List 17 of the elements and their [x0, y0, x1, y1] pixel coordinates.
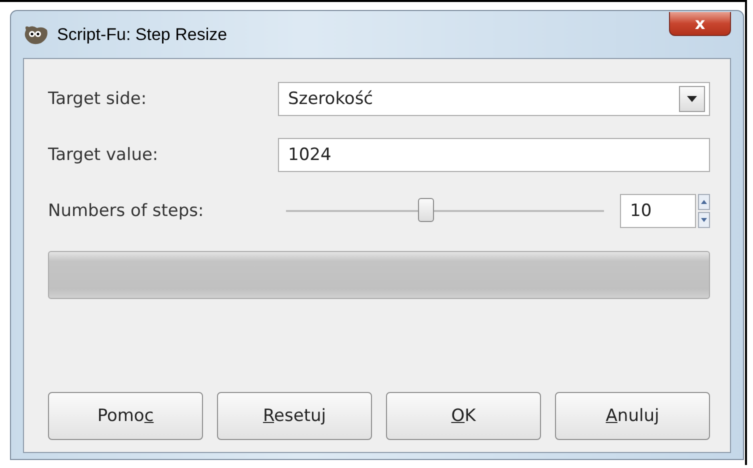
- spin-up-icon[interactable]: [698, 194, 710, 210]
- window-title: Script-Fu: Step Resize: [57, 24, 228, 44]
- mascot-icon: [23, 24, 49, 46]
- field-label: Target value:: [48, 145, 160, 165]
- dialog-button[interactable]: Resetuj: [217, 392, 372, 440]
- spin-field[interactable]: 10: [620, 194, 696, 228]
- slider-thumb[interactable]: [418, 198, 434, 222]
- dialog-button[interactable]: Anuluj: [555, 392, 710, 440]
- spin-down-icon[interactable]: [698, 212, 710, 228]
- close-button[interactable]: x: [669, 12, 731, 36]
- field-label: Target side:: [48, 89, 148, 109]
- input-field[interactable]: 1024: [278, 138, 710, 172]
- dialog-button[interactable]: OK: [386, 392, 541, 440]
- dropdown[interactable]: Szerokość: [278, 82, 710, 116]
- dialog-button[interactable]: Pomoc: [48, 392, 203, 440]
- field-label: Numbers of steps:: [48, 201, 205, 221]
- dropdown-arrow-icon: [687, 96, 697, 102]
